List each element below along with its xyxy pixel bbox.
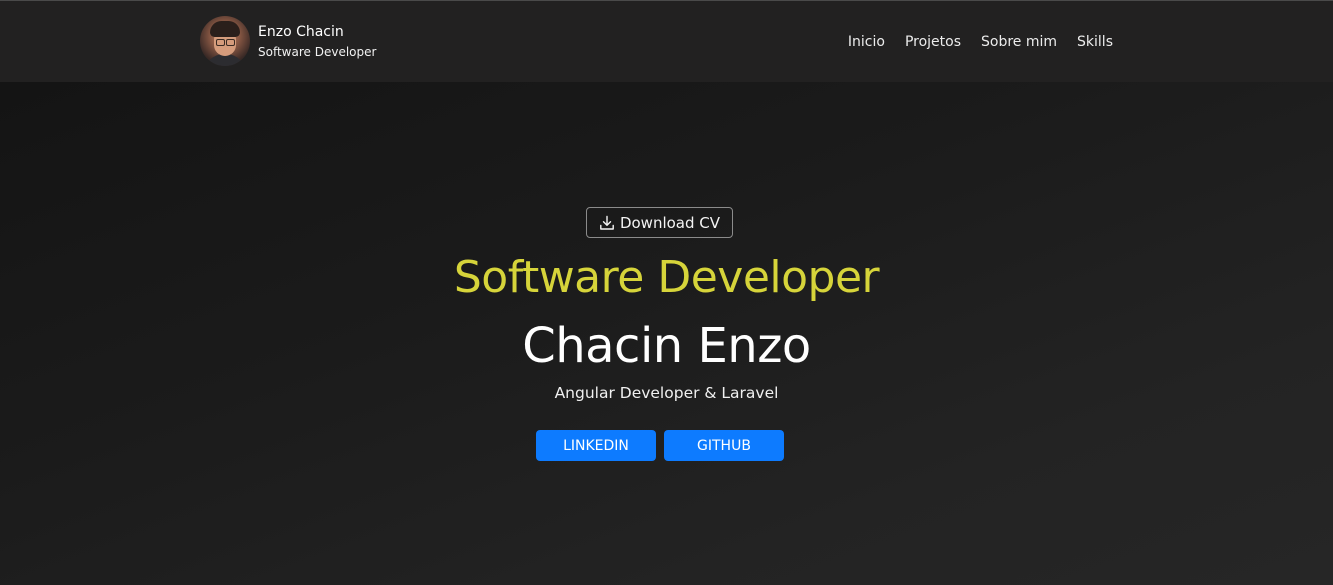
- avatar: [200, 16, 250, 66]
- download-icon: [600, 215, 614, 230]
- github-button[interactable]: GITHUB: [664, 430, 784, 461]
- nav-link-skills[interactable]: Skills: [1077, 33, 1113, 51]
- download-cv-label: Download CV: [619, 213, 721, 232]
- hero-subtitle: Angular Developer & Laravel: [554, 384, 779, 402]
- hero-headline: Software Developer: [453, 252, 880, 303]
- nav-link-inicio[interactable]: Inicio: [848, 33, 885, 51]
- brand-name: Enzo Chacin: [258, 24, 344, 40]
- hero-section: Download CV Software Developer Chacin En…: [0, 82, 1333, 585]
- brand-role: Software Developer: [258, 45, 377, 59]
- brand-text: Enzo Chacin Software Developer: [258, 22, 376, 60]
- hero-name: Chacin Enzo: [522, 318, 811, 374]
- brand[interactable]: Enzo Chacin Software Developer: [200, 16, 376, 66]
- download-cv-button[interactable]: Download CV: [586, 207, 733, 238]
- nav-link-sobre-mim[interactable]: Sobre mim: [981, 33, 1057, 51]
- nav-link-projetos[interactable]: Projetos: [905, 33, 961, 51]
- top-navbar: Enzo Chacin Software Developer Inicio Pr…: [0, 0, 1333, 82]
- linkedin-button[interactable]: LINKEDIN: [536, 430, 656, 461]
- main-nav: Inicio Projetos Sobre mim Skills: [828, 33, 1113, 51]
